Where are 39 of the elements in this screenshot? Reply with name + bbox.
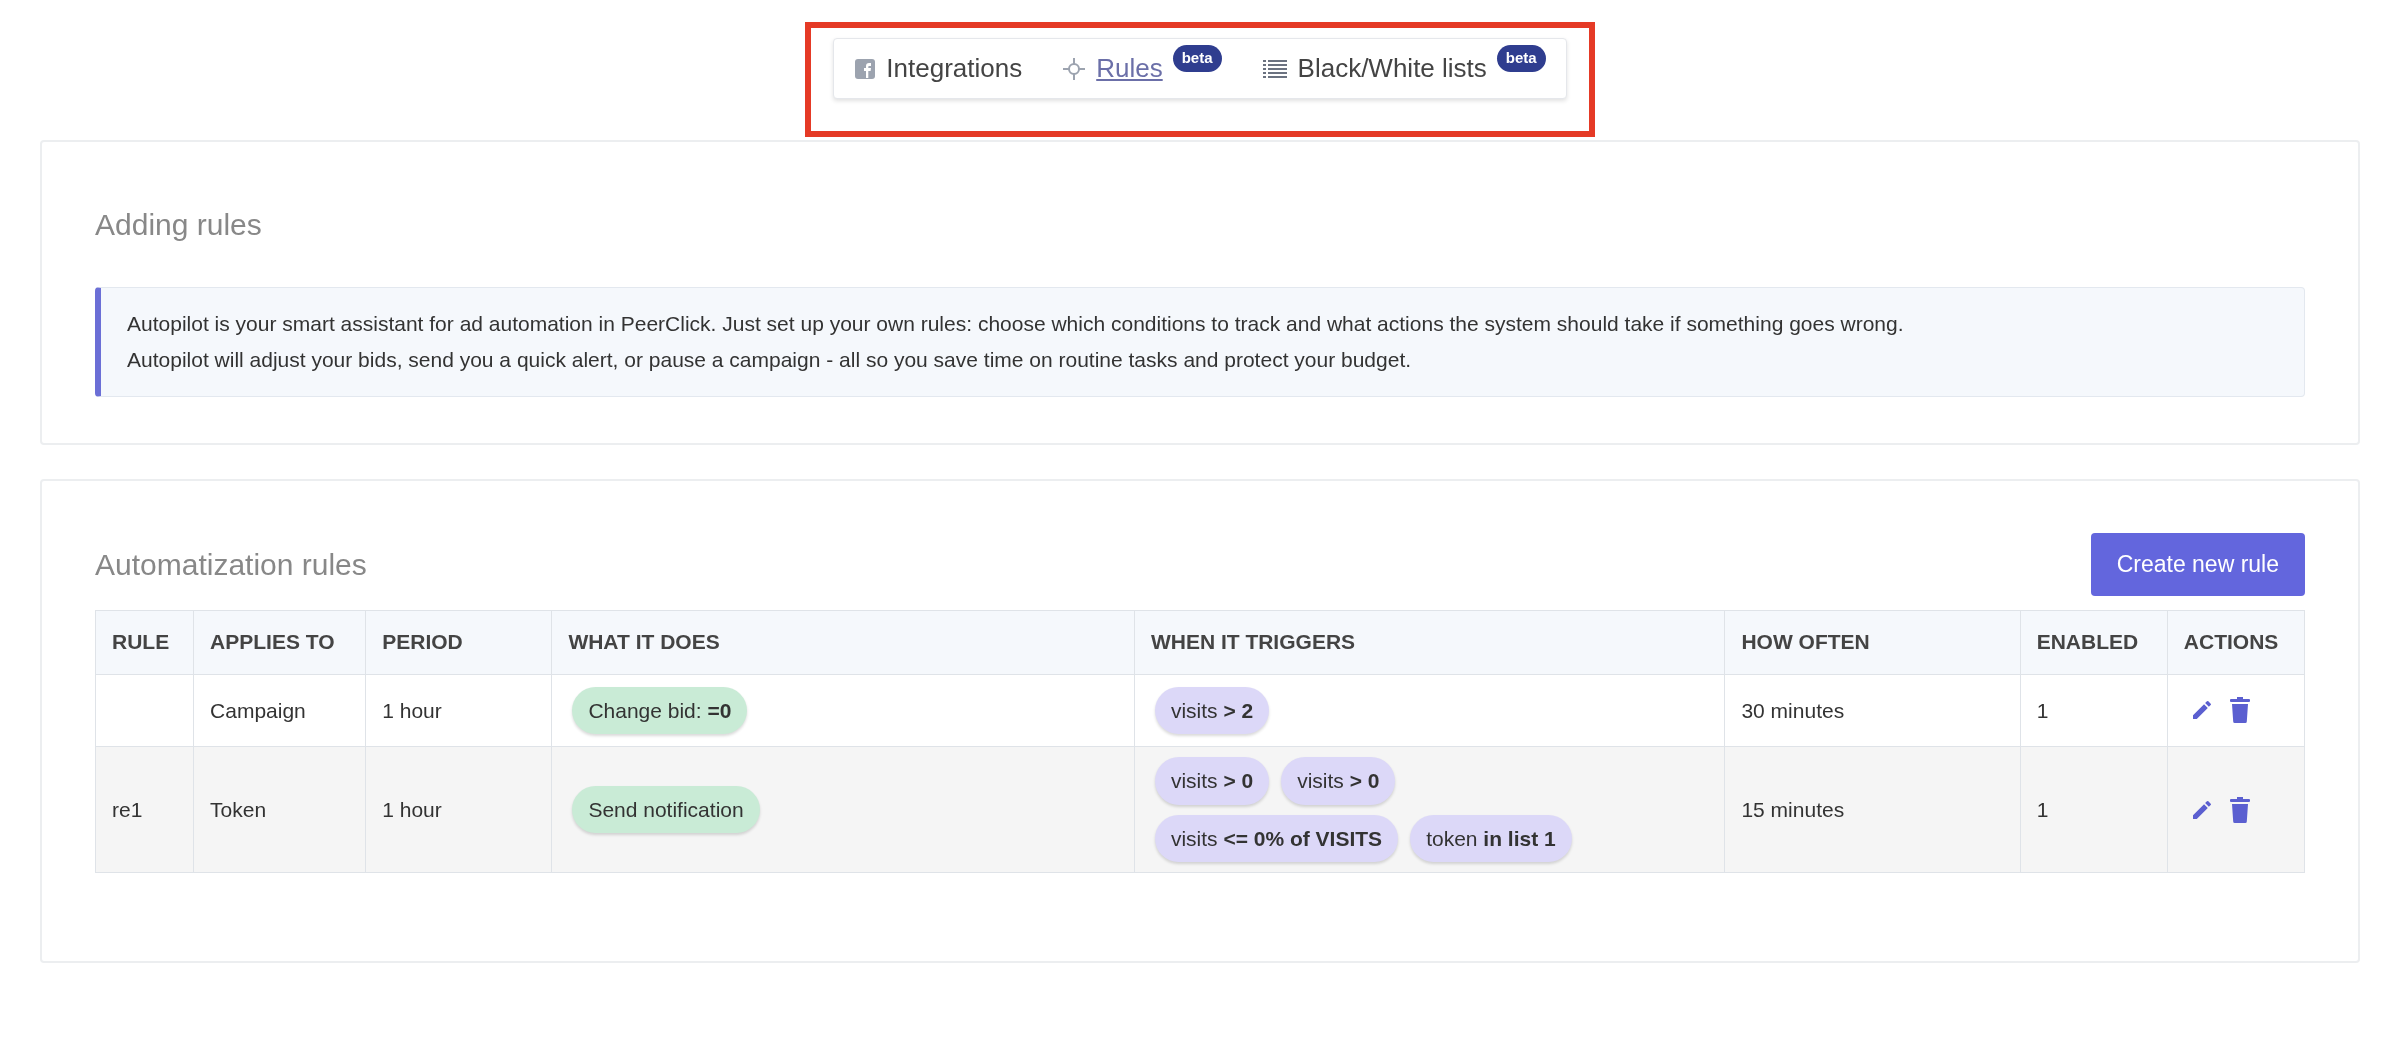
table-cell: 1 hour (382, 797, 442, 821)
section-title: Adding rules (95, 207, 263, 243)
condition-chip: visits <= 0% of VISITS (1154, 814, 1399, 862)
table-cell: 30 minutes (1741, 698, 1845, 722)
table-cell: 1 hour (382, 698, 442, 722)
action-chip: Send notification (572, 785, 760, 834)
column-header: HOW OFTEN (1724, 610, 2021, 674)
condition-chip: visits > 2 (1154, 686, 1270, 734)
condition-chip: visits > 0 (1281, 757, 1396, 805)
beta-badge: beta (1172, 45, 1222, 72)
table-cell: Campaign (210, 698, 306, 722)
tab[interactable]: Black/White lists (1297, 49, 1487, 88)
column-header: PERIOD (365, 610, 552, 674)
condition-chip: visits > 0 (1154, 757, 1270, 805)
column-header: RULE (95, 610, 194, 674)
crosshair-icon (1062, 56, 1087, 81)
tab[interactable]: Rules (1096, 49, 1163, 88)
condition-chip: token in list 1 (1410, 814, 1572, 862)
trash-icon[interactable] (2229, 796, 2250, 823)
column-header: ACTIONS (2167, 610, 2305, 674)
section-title: Automatization rules (95, 546, 367, 583)
table-cell: re1 (112, 797, 143, 821)
table-cell: 15 minutes (1741, 797, 1845, 821)
beta-badge: beta (1496, 45, 1546, 72)
info-text: Autopilot will adjust your bids, send you a quick alert, or pause a campaign - all so you save time on routine tasks and protect your budget. (127, 347, 1413, 373)
square-f-icon (854, 57, 877, 80)
table-cell: 1 (2036, 797, 2049, 821)
column-header: WHAT IT DOES (551, 610, 1135, 674)
column-header: APPLIES TO (193, 610, 366, 674)
table-cell: 1 (2036, 698, 2049, 722)
column-header: ENABLED (2020, 610, 2168, 674)
trash-icon[interactable] (2229, 697, 2250, 724)
list-icon (1261, 57, 1288, 80)
column-header: WHEN IT TRIGGERS (1134, 610, 1725, 674)
tab[interactable]: Integrations (886, 49, 1023, 88)
action-chip: Change bid: =0 (572, 686, 748, 734)
create-rule-button[interactable]: Create new rule (2090, 533, 2305, 596)
table-cell: Token (210, 797, 267, 821)
info-text: Autopilot is your smart assistant for ad automation in PeerClick. Just set up your own rules: choose which conditions to track and what actions the system should take if something goes wrong. (127, 311, 1905, 337)
